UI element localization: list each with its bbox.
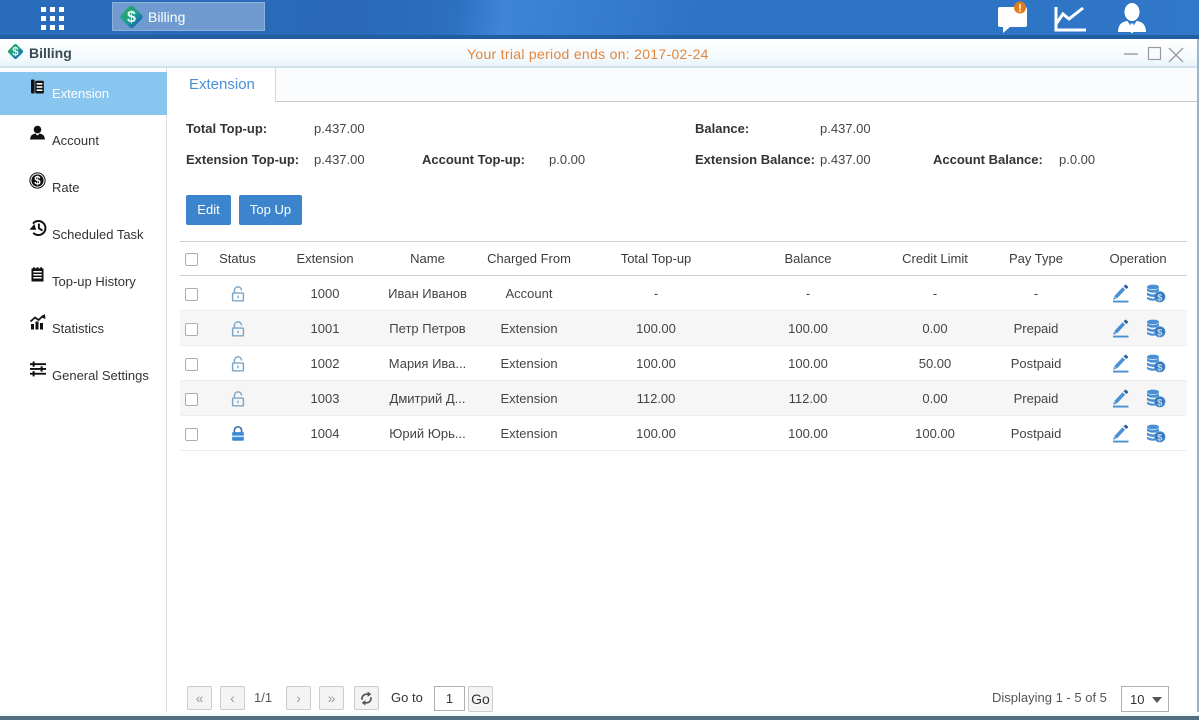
svg-text:$: $ [1157,432,1163,443]
svg-text:$: $ [1157,362,1163,373]
svg-text:$: $ [127,9,136,26]
svg-text:!: ! [1018,3,1022,15]
svg-text:$: $ [34,176,41,188]
svg-text:$: $ [1157,397,1163,408]
svg-text:$: $ [1157,327,1163,338]
svg-text:$: $ [1157,292,1163,303]
svg-text:$: $ [12,47,19,59]
